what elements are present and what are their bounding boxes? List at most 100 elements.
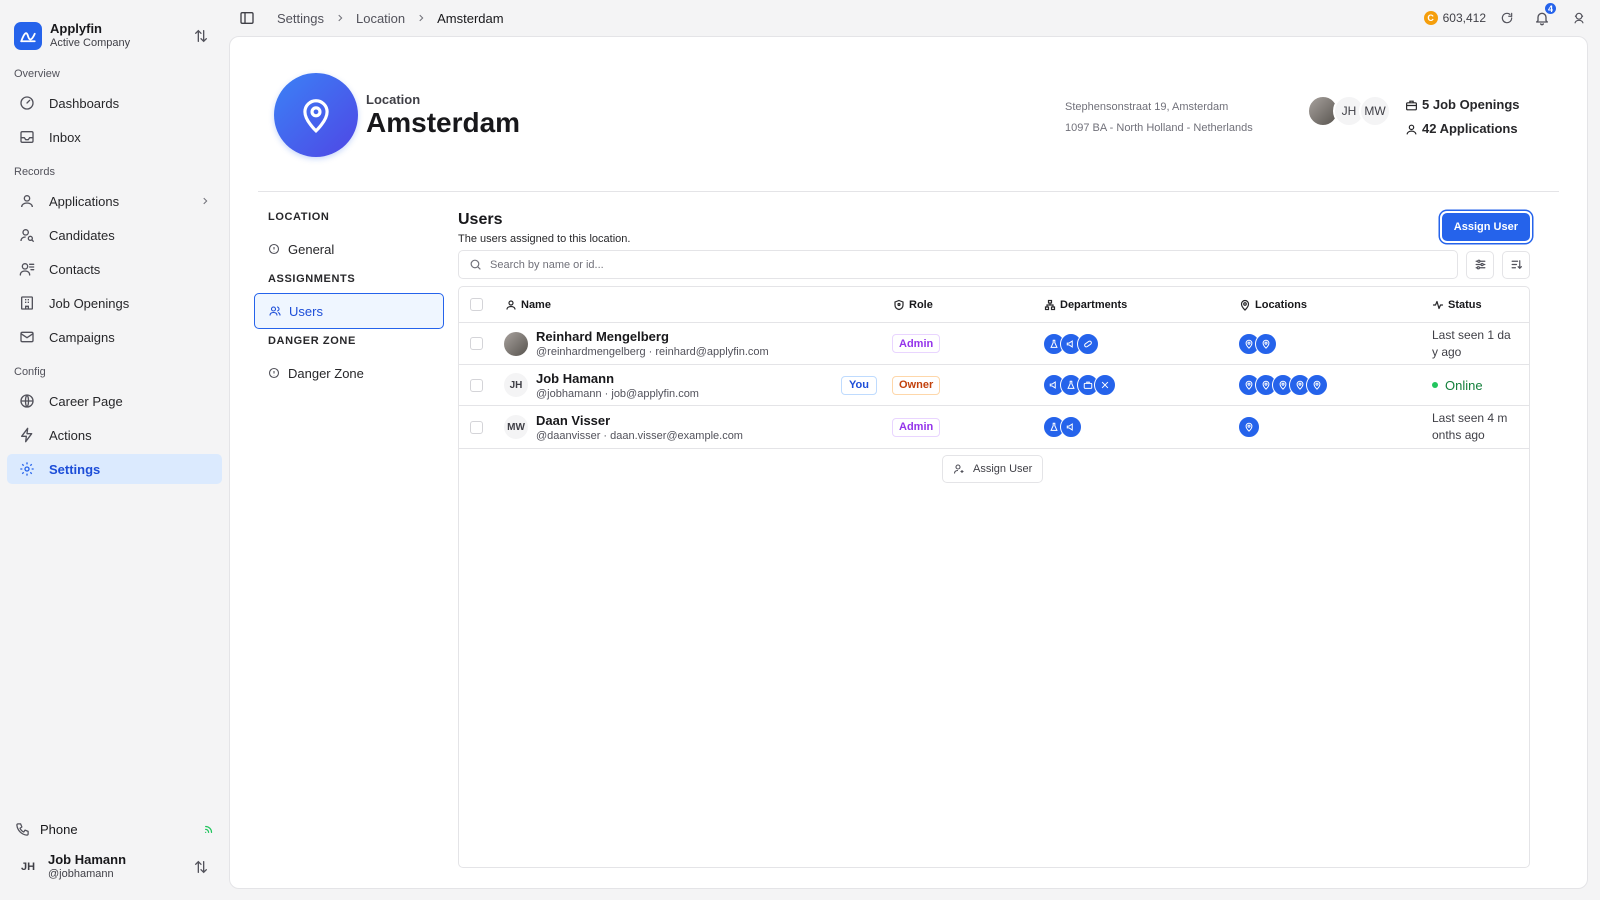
subnav-item-users[interactable]: Users [254,293,444,329]
swap-icon[interactable] [193,859,209,875]
sidebar-item-settings[interactable]: Settings [7,454,222,484]
column-label: Status [1448,298,1482,311]
phone-status[interactable]: Phone [0,814,229,844]
sidebar-item-label: Career Page [49,393,123,409]
refresh-icon[interactable] [1500,11,1514,25]
briefcase-icon [1406,100,1417,110]
users-icon [269,306,281,316]
gauge-icon [20,96,34,110]
topbar: Settings Location Amsterdam C 603,412 4 [229,0,1600,36]
column-header-role[interactable]: Role [893,299,933,311]
table-row[interactable]: Reinhard Mengelberg @reinhardmengelberg … [459,323,1529,365]
assign-user-button[interactable]: Assign User [1441,213,1530,241]
breadcrumb-location[interactable]: Location [356,11,405,26]
divider [258,191,1559,192]
breadcrumb-current: Amsterdam [437,10,504,26]
credits-count: 603,412 [1442,11,1486,25]
status-text: Last seen 1 da y ago [1432,327,1511,359]
sort-button[interactable] [1502,250,1530,279]
role-badge: Admin [892,417,941,437]
table-row[interactable]: MW Daan Visser @daanvisser · daan.visser… [459,406,1529,449]
subnav-item-danger-zone[interactable]: Danger Zone [254,355,444,391]
breadcrumb-settings[interactable]: Settings [277,11,324,26]
user-handle: @reinhardmengelberg · reinhard@applyfin.… [536,346,769,358]
breadcrumb: Settings Location Amsterdam [277,11,504,26]
coin-icon: C [1423,11,1438,25]
table-row[interactable]: JH Job Hamann @jobhamann · job@applyfin.… [459,365,1529,406]
current-user[interactable]: JH Job Hamann @jobhamann [0,850,229,900]
filter-button[interactable] [1466,250,1494,279]
job-openings-count: 5 Job Openings [1422,97,1520,112]
alert-icon [268,367,280,379]
current-user-handle: @jobhamann [48,868,114,880]
select-all-checkbox[interactable] [470,298,483,311]
user-name[interactable]: Job Hamann [536,371,614,386]
job-openings-stat[interactable]: 5 Job Openings [1405,93,1520,117]
department-icons[interactable] [1043,332,1099,355]
user-plus-icon [953,464,964,474]
avatar-stack[interactable]: JH MW [1307,95,1391,127]
globe-icon [20,394,34,408]
sidebar-item-candidates[interactable]: Candidates [7,220,222,250]
column-header-locations[interactable]: Locations [1239,299,1307,311]
user-handle: @daanvisser · daan.visser@example.com [536,429,743,442]
assign-user-inline-button[interactable]: Assign User [942,455,1044,483]
sidebar-item-dashboards[interactable]: Dashboards [7,88,222,118]
location-icons[interactable] [1238,374,1328,396]
location-pin-icon [1255,332,1277,355]
sidebar-item-inbox[interactable]: Inbox [7,122,222,152]
location-address: Stephensonstraat 19, Amsterdam 1097 BA -… [1065,97,1253,139]
subnav-item-label: Danger Zone [288,365,364,381]
location-icons[interactable] [1238,416,1260,438]
swap-icon[interactable] [193,28,209,44]
location-icons[interactable] [1238,332,1277,355]
column-label: Name [521,298,551,311]
role-badge: Admin [892,334,941,353]
avatar: MW [504,415,528,439]
phone-label: Phone [40,821,78,837]
column-header-status[interactable]: Status [1432,299,1482,311]
sidebar-item-contacts[interactable]: Contacts [7,254,222,284]
applications-stat[interactable]: 42 Applications [1405,117,1520,141]
gear-icon [20,462,34,476]
sidebar-item-label: Candidates [49,227,115,243]
notifications[interactable]: 4 [1534,2,1557,26]
department-icons[interactable] [1043,374,1116,396]
column-header-name[interactable]: Name [505,299,551,311]
chevron-right-icon [338,14,343,22]
location-pin-icon [1240,299,1250,311]
row-checkbox[interactable] [470,378,483,392]
row-checkbox[interactable] [470,420,483,434]
sidebar-item-job-openings[interactable]: Job Openings [7,288,222,318]
sidebar-item-applications[interactable]: Applications [7,186,222,216]
subnav-item-general[interactable]: General [254,231,444,267]
shield-icon [894,299,904,310]
column-header-departments[interactable]: Departments [1044,299,1127,311]
sidebar-item-actions[interactable]: Actions [7,420,222,450]
sidebar-toggle-icon[interactable] [239,10,255,26]
company-logo-icon [14,22,42,50]
inbox-icon [20,131,34,143]
sidebar-item-career-page[interactable]: Career Page [7,386,222,416]
sidebar-item-label: Settings [49,461,101,477]
row-checkbox[interactable] [470,337,483,350]
sidebar-item-campaigns[interactable]: Campaigns [7,322,222,352]
sidebar-item-label: Job Openings [49,295,130,311]
column-label: Locations [1255,298,1307,311]
company-subtitle: Active Company [50,37,131,49]
user-name[interactable]: Reinhard Mengelberg [536,329,669,344]
settings-subnav: LOCATION General ASSIGNMENTS Users DANGE… [254,209,444,397]
company-switcher[interactable]: Applyfin Active Company [0,0,229,58]
support-agent-icon[interactable] [1572,11,1586,25]
chevron-right-icon[interactable] [200,196,210,206]
subnav-heading-assignments: ASSIGNMENTS [268,273,356,285]
section-label-config: Config [14,366,46,378]
user-icon [1406,124,1417,134]
search-input[interactable] [490,258,1457,271]
megaphone-icon [1060,416,1082,438]
user-name[interactable]: Daan Visser [536,413,610,428]
phone-icon [16,822,29,836]
department-icons[interactable] [1043,416,1082,438]
column-label: Role [909,298,933,311]
location-label: Location [366,92,421,107]
